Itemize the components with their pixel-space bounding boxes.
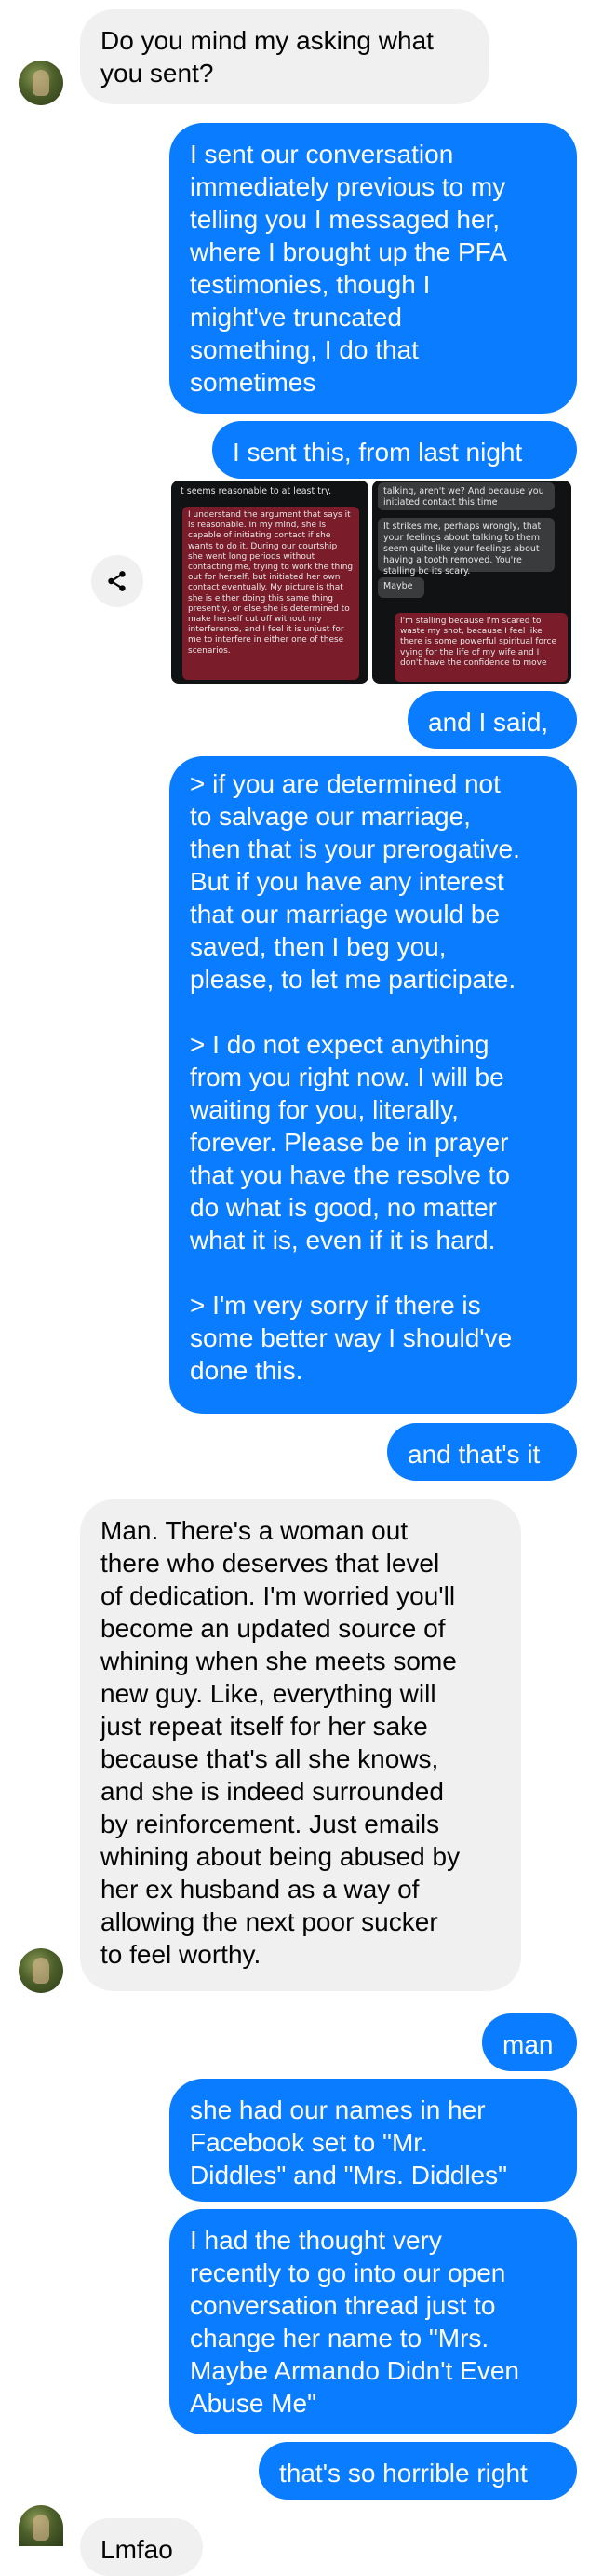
contact-avatar[interactable] bbox=[19, 2505, 63, 2546]
attachment-message: talking, aren't we? And because you init… bbox=[378, 482, 555, 510]
attachment-text: t seems reasonable to at least try. bbox=[181, 486, 332, 496]
outgoing-message[interactable]: and that's it bbox=[387, 1423, 577, 1481]
outgoing-message[interactable]: man bbox=[482, 2013, 577, 2071]
incoming-message[interactable]: Do you mind my asking what you sent? bbox=[80, 9, 489, 104]
share-button[interactable] bbox=[91, 555, 143, 607]
outgoing-message[interactable]: I sent our conversation immediately prev… bbox=[169, 123, 577, 414]
attachment-message: I understand the argument that says it i… bbox=[182, 507, 359, 680]
attachment-message: It strikes me, perhaps wrongly, that you… bbox=[378, 518, 555, 576]
screenshot-attachment-right[interactable]: talking, aren't we? And because you init… bbox=[372, 481, 571, 684]
outgoing-message[interactable]: I had the thought very recently to go in… bbox=[169, 2209, 577, 2434]
incoming-message[interactable]: Man. There's a woman out there who deser… bbox=[80, 1499, 521, 1991]
outgoing-message[interactable]: I sent this, from last night bbox=[212, 421, 577, 479]
contact-avatar[interactable] bbox=[19, 61, 63, 105]
attachment-message: I'm stalling because I'm scared to waste… bbox=[395, 613, 568, 682]
contact-avatar[interactable] bbox=[19, 1948, 63, 1993]
outgoing-message[interactable]: she had our names in her Facebook set to… bbox=[169, 2079, 577, 2202]
outgoing-message[interactable]: that's so horrible right bbox=[259, 2442, 577, 2500]
outgoing-message[interactable]: > if you are determined not to salvage o… bbox=[169, 756, 577, 1414]
outgoing-message[interactable]: and I said, bbox=[408, 691, 577, 749]
screenshot-attachment-left[interactable]: t seems reasonable to at least try. I un… bbox=[171, 481, 368, 684]
share-icon bbox=[108, 571, 126, 591]
incoming-message[interactable]: Lmfao bbox=[80, 2518, 203, 2576]
attachment-message: Maybe bbox=[378, 577, 424, 598]
